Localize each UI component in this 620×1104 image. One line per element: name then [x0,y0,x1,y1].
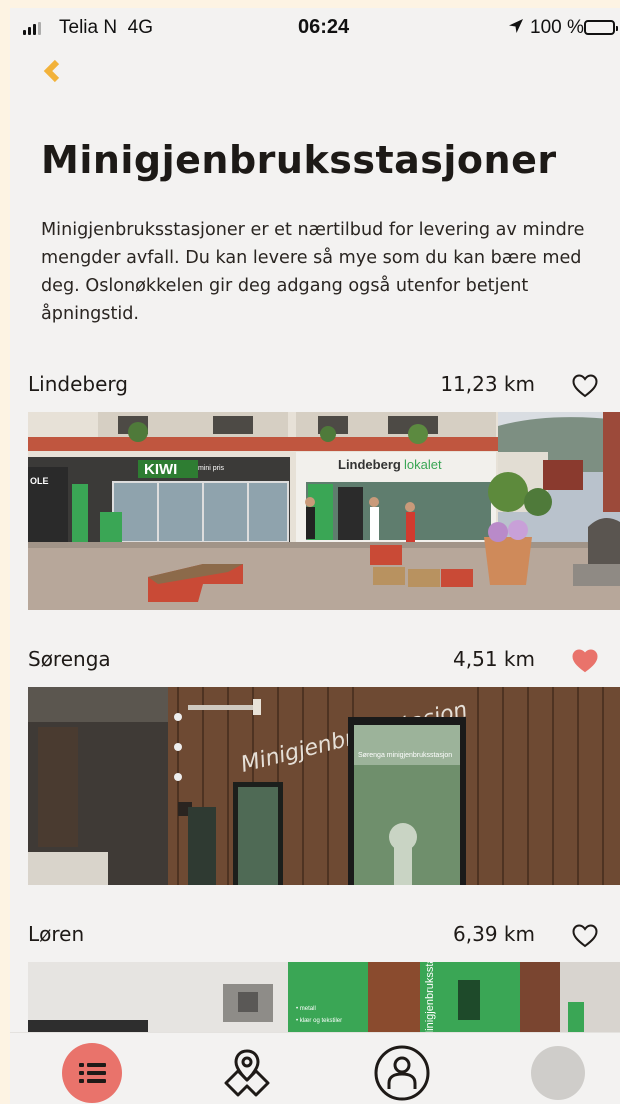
green-sign: Minigjenbruksstasjon [424,962,436,1040]
shop-sign: OLE [30,476,49,486]
station-name: Sørenga [28,647,111,671]
profile-icon [374,1045,430,1101]
building-sign-light: lokalet [404,457,442,472]
station-header: Løren 6,39 km [10,913,620,953]
bottom-tab-bar [10,1032,620,1104]
tab-profile[interactable] [372,1043,432,1103]
carrier-label: Telia N 4G [59,17,153,38]
panel-text-1: • metall [296,1006,316,1012]
building-sign-bold: Lindeberg [338,457,401,472]
status-bar: Telia N 4G 06:24 100 % [10,8,620,48]
back-arrow-icon[interactable] [40,58,66,84]
page-description: Minigjenbruksstasjoner er et nærtilbud f… [41,220,585,324]
tab-map[interactable] [217,1043,277,1103]
app-screen: Telia N 4G 06:24 100 % Minigjenbruksstas… [10,8,620,1104]
loren-photo-illustration: • metall • klær og tekstiler Minigjenbru… [28,962,620,1040]
map-icon [224,1049,270,1097]
kiwi-sign: KIWI [144,461,177,478]
station-header: Lindeberg 11,23 km [10,363,620,403]
favorite-heart-outline-icon[interactable] [571,923,599,949]
tab-avatar[interactable] [528,1043,588,1103]
station-photo[interactable]: KIWI mini pris OLE Lindeberg lokalet [28,412,620,610]
station-card-loren[interactable]: Løren 6,39 km • metall • klær og tekstil… [10,913,620,1043]
location-arrow-icon [509,19,523,33]
kiwi-sign-small: mini pris [198,465,225,472]
favorite-heart-filled-icon[interactable] [571,648,599,674]
tab-list[interactable] [62,1043,122,1103]
station-card-sorenga[interactable]: Sørenga 4,51 km Sørenga minigjenbrukssta… [10,638,620,888]
station-photo[interactable]: • metall • klær og tekstiler Minigjenbru… [28,962,620,1040]
sorenga-photo-illustration: Minigjenbruksstasjon Sørenga minigjenbru… [28,687,620,885]
station-name: Løren [28,922,85,946]
battery-icon [584,20,618,35]
lindeberg-photo-illustration: KIWI mini pris OLE Lindeberg lokalet [28,412,620,610]
status-time: 06:24 [298,16,350,38]
station-distance: 11,23 km [440,372,535,396]
page-title: Minigjenbruksstasjoner [41,138,557,182]
station-photo[interactable]: Minigjenbruksstasjon Sørenga minigjenbru… [28,687,620,885]
station-distance: 6,39 km [453,922,535,946]
avatar [531,1046,585,1100]
station-card-lindeberg[interactable]: Lindeberg 11,23 km KIWI mini pris OLE Li… [10,363,620,613]
battery-percentage: 100 % [530,17,584,38]
window-text: Sørenga minigjenbruksstasjon [358,752,452,759]
station-name: Lindeberg [28,372,128,396]
favorite-heart-outline-icon[interactable] [571,373,599,399]
panel-text-2: • klær og tekstiler [296,1018,342,1024]
station-distance: 4,51 km [453,647,535,671]
station-header: Sørenga 4,51 km [10,638,620,678]
list-icon [62,1043,122,1103]
